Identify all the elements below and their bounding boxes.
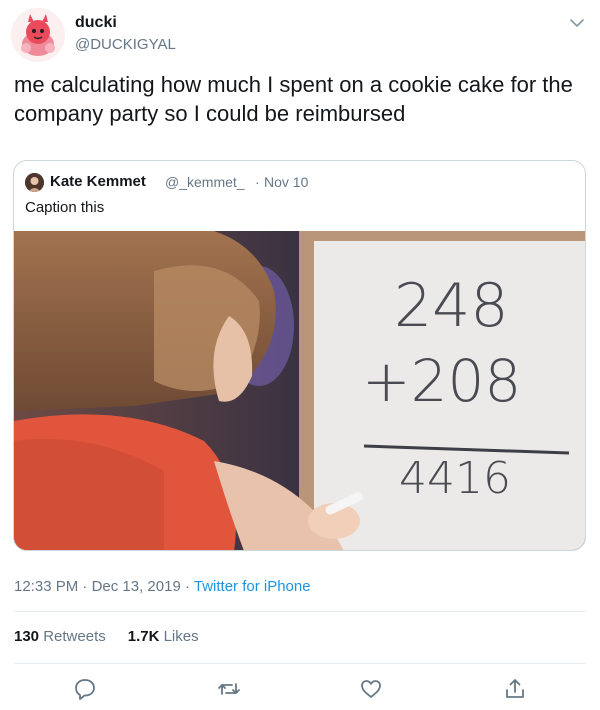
tweet-card: ducki @DUCKIGYAL me calculating how much… xyxy=(0,0,600,710)
quoted-tweet[interactable]: Kate Kemmet @_kemmet_ · Nov 10 Caption t… xyxy=(13,160,586,551)
divider-bottom xyxy=(14,663,586,664)
like-icon[interactable] xyxy=(358,676,384,702)
tweet-meta: 12:33 PM · Dec 13, 2019 · Twitter for iP… xyxy=(14,578,311,595)
action-bar xyxy=(0,672,600,706)
retweets-label: Retweets xyxy=(43,628,106,645)
whiteboard-line1: 248 xyxy=(394,271,509,341)
share-icon[interactable] xyxy=(502,676,528,702)
tweet-date[interactable]: Dec 13, 2019 xyxy=(92,578,181,595)
quoted-author-handle[interactable]: @_kemmet_ xyxy=(165,174,245,190)
author-name[interactable]: ducki xyxy=(75,14,117,32)
author-avatar[interactable] xyxy=(11,8,65,62)
retweet-icon[interactable] xyxy=(216,676,242,702)
cartoon-devil-avatar-icon xyxy=(11,8,65,62)
quoted-date[interactable]: Nov 10 xyxy=(264,174,308,190)
quoted-text: Caption this xyxy=(25,199,105,216)
chevron-down-icon[interactable] xyxy=(568,14,586,32)
retweets-stat[interactable]: 130 Retweets xyxy=(14,628,106,645)
quoted-author-avatar[interactable] xyxy=(25,173,44,192)
likes-label: Likes xyxy=(163,628,199,645)
divider-top xyxy=(14,611,586,612)
girl-at-whiteboard-image: 248 +208 4416 xyxy=(14,231,585,550)
author-handle[interactable]: @DUCKIGYAL xyxy=(75,36,176,53)
meta-separator: · xyxy=(78,578,92,595)
retweets-count: 130 xyxy=(14,628,40,645)
meta-separator-2: · xyxy=(180,578,194,595)
likes-stat[interactable]: 1.7K Likes xyxy=(128,628,199,645)
whiteboard-result: 4416 xyxy=(399,453,511,504)
likes-count: 1.7K xyxy=(127,628,160,645)
tweet-source-link[interactable]: Twitter for iPhone xyxy=(194,578,311,595)
quoted-media-image[interactable]: 248 +208 4416 xyxy=(14,231,585,550)
tweet-text: me calculating how much I spent on a coo… xyxy=(14,72,573,126)
whiteboard-line2: +208 xyxy=(362,347,521,415)
tweet-stats: 130 Retweets 1.7K Likes xyxy=(14,628,199,645)
quoted-separator: · xyxy=(255,174,260,190)
tweet-time[interactable]: 12:33 PM xyxy=(14,578,78,595)
quoted-author-name[interactable]: Kate Kemmet xyxy=(50,173,146,190)
reply-icon[interactable] xyxy=(72,676,98,702)
